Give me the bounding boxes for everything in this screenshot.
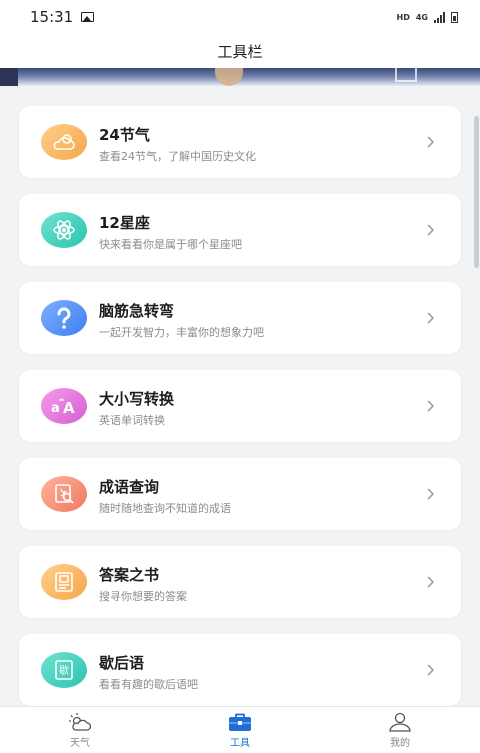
hd-indicator: HD [396,12,410,22]
case-convert-icon: aA [41,388,87,424]
tool-title: 脑筋急转弯 [99,302,175,320]
book-search-icon [41,476,87,512]
chevron-right-icon [421,396,441,416]
signal-icon [434,11,445,23]
tool-card-daan[interactable]: 答案之书 搜寻你想要的答案 [19,546,461,618]
tab-label: 我的 [390,737,410,749]
tool-title: 歇后语 [99,654,145,672]
tool-subtitle: 英语单词转换 [99,414,165,427]
answer-book-icon [41,564,87,600]
tab-label: 工具 [230,737,250,749]
tool-subtitle: 快来看看你是属于哪个星座吧 [99,238,242,251]
tool-card-daxiaoxie[interactable]: aA 大小写转换 英语单词转换 [19,370,461,442]
tool-subtitle: 一起开发智力，丰富你的想象力吧 [99,326,264,339]
tab-label: 天气 [70,737,90,749]
tool-card-naojin[interactable]: 脑筋急转弯 一起开发智力，丰富你的想象力吧 [19,282,461,354]
cloud-sun-icon [41,124,87,160]
question-icon [41,300,87,336]
tool-title: 24节气 [99,126,150,144]
chevron-right-icon [421,220,441,240]
tool-list: 24节气 查看24节气，了解中国历史文化 12星座 快来看看你是属于哪个星座吧 … [0,86,480,706]
header: 工具栏 [0,34,480,68]
status-time: 15:31 [30,8,74,26]
tab-weather[interactable]: 天气 [0,707,160,753]
tool-subtitle: 搜寻你想要的答案 [99,590,187,603]
atom-icon [41,212,87,248]
xiehouyu-icon-char: 歇 [59,665,69,677]
page-title: 工具栏 [217,42,263,61]
tab-profile[interactable]: 我的 [320,707,480,753]
tool-title: 答案之书 [99,566,160,584]
svg-text:A: A [63,399,75,416]
tool-title: 成语查询 [99,478,160,496]
toolbox-icon [229,713,251,731]
tool-subtitle: 查看24节气，了解中国历史文化 [99,150,256,163]
tool-title: 12星座 [99,214,150,232]
tool-subtitle: 看看有趣的歇后语吧 [99,678,198,691]
bottom-tabbar: 天气 工具 我的 [0,706,480,753]
tool-card-jieqi[interactable]: 24节气 查看24节气，了解中国历史文化 [19,106,461,178]
weather-icon [69,712,92,731]
status-bar: 15:31 HD 4G [0,0,480,34]
chevron-right-icon [421,308,441,328]
banner-image[interactable] [0,68,480,86]
tool-subtitle: 随时随地查询不知道的成语 [99,502,231,515]
battery-icon [451,11,458,23]
chevron-right-icon [421,484,441,504]
network-type: 4G [415,12,428,22]
user-icon [389,712,411,732]
tool-card-xiehouyu[interactable]: 歇 歇后语 看看有趣的歇后语吧 [19,634,461,706]
xiehouyu-book-icon: 歇 [41,652,87,688]
tool-card-xingzuo[interactable]: 12星座 快来看看你是属于哪个星座吧 [19,194,461,266]
image-notification-icon [81,12,95,22]
chevron-right-icon [421,660,441,680]
tool-card-chengyu[interactable]: 成语查询 随时随地查询不知道的成语 [19,458,461,530]
scrollbar[interactable] [474,116,479,268]
tab-tools[interactable]: 工具 [160,707,320,753]
tool-title: 大小写转换 [99,390,175,408]
chevron-right-icon [421,572,441,592]
svg-text:a: a [51,401,60,416]
chevron-right-icon [421,132,441,152]
